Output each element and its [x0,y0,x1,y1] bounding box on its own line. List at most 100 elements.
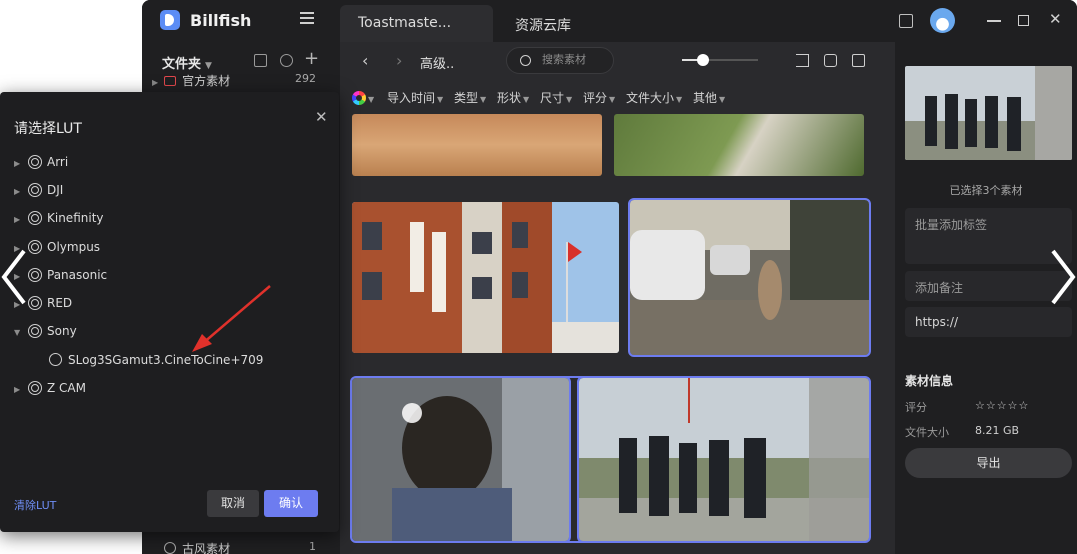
sort-icon[interactable] [796,54,809,67]
close-icon[interactable]: ✕ [315,108,328,126]
rating-label: 评分 [905,401,927,414]
rating-stars[interactable]: ☆☆☆☆☆ [975,399,1029,412]
camera-lens-icon [28,155,42,169]
building-photo [352,202,619,353]
radio-button[interactable] [49,353,62,366]
back-of-head-photo [352,378,569,541]
camera-lens-icon [28,324,42,338]
filter-dimension[interactable]: 尺寸 ▼ [540,91,572,105]
expand-arrow-icon[interactable]: ▶ [14,155,26,173]
hamburger-menu-icon[interactable] [300,12,314,26]
expand-arrow-icon[interactable]: ▶ [14,183,26,201]
asset-thumbnail[interactable] [352,202,619,353]
carousel-next-icon[interactable] [1049,249,1077,305]
title-bar: Billfish Toastmaste... 资源云库 ✕ [142,0,1077,42]
filter-shape[interactable]: 形状 ▼ [497,91,529,105]
maximize-icon[interactable] [1018,15,1029,26]
vendor-label: Kinefinity [47,211,104,225]
vendor-label: RED [47,296,73,310]
lut-vendor-zcam[interactable]: ▶ Z CAM [14,379,86,397]
filter-label: 评分 [582,91,607,105]
tag-folder-icon [164,542,177,554]
expand-arrow-icon[interactable]: ▶ [152,78,158,87]
asset-thumbnail-selected[interactable] [628,198,871,357]
search-input[interactable] [542,53,610,66]
main-area: ‹ › 高级.. ▼ 导入时间▼ 类型▼ 形状▼ 尺寸▼ 评分▼ 文件大小▼ 其… [340,42,895,554]
minimize-icon[interactable] [987,20,1001,22]
asset-thumbnail-selected[interactable] [577,376,871,543]
back-arrow-icon[interactable]: ‹ [362,51,368,70]
confirm-button[interactable]: 确认 [264,490,318,517]
add-folder-icon[interactable]: + [304,48,319,69]
forward-arrow-icon[interactable]: › [396,51,402,70]
breadcrumb[interactable]: 高级.. [420,53,454,72]
zoom-handle[interactable] [697,54,710,66]
sidebar-item-label: 官方素材 [182,74,231,88]
filter-label: 类型 [453,91,478,105]
filter-other[interactable]: 其他 ▼ [693,91,725,105]
camera-lens-icon [28,381,42,395]
sidebar-item-count: 292 [295,72,316,85]
filter-type[interactable]: 类型 ▼ [454,91,486,105]
view-mode-icon[interactable] [824,54,837,67]
close-icon[interactable]: ✕ [1049,10,1063,28]
collapse-arrow-icon[interactable]: ▼ [14,324,26,342]
asset-thumbnail[interactable] [352,114,602,176]
lut-vendor-arri[interactable]: ▶ Arri [14,153,68,171]
dialog-title: 请选择LUT [14,121,82,137]
lut-vendor-sony[interactable]: ▼ Sony [14,322,77,340]
filter-file-size[interactable]: 文件大小 ▼ [626,91,682,105]
vendor-label: Olympus [47,240,101,254]
filter-import-time[interactable]: 导入时间 ▼ [387,91,443,105]
carousel-prev-icon[interactable] [0,249,28,305]
note-field[interactable]: 添加备注 [905,271,1072,301]
tab-resource-cloud[interactable]: 资源云库 [497,5,627,42]
lut-vendor-kinefinity[interactable]: ▶ Kinefinity [14,209,104,227]
folder-icon [164,76,177,86]
zoom-slider[interactable] [682,54,758,66]
billfish-logo-icon [160,10,180,30]
search-box[interactable] [506,47,614,74]
folder-header[interactable]: 文件夹 ▼ [162,53,212,72]
size-label: 文件大小 [905,426,949,439]
panel-toggle-icon[interactable] [899,14,913,28]
camera-lens-icon [28,211,42,225]
size-value: 8.21 GB [975,424,1020,437]
rating-row: 评分 ☆☆☆☆☆ [905,399,1028,415]
camera-lens-icon [28,268,42,282]
filter-bar: ▼ 导入时间 ▼ 类型 ▼ 形状 ▼ 尺寸 ▼ 评分 ▼ 文件大小 ▼ 其他 ▼ [352,89,732,109]
vendor-label: Sony [47,324,77,338]
note-placeholder: 添加备注 [915,281,964,295]
lut-vendor-dji[interactable]: ▶ DJI [14,181,63,199]
export-button[interactable]: 导出 [905,448,1072,478]
trash-icon[interactable] [254,54,267,67]
color-filter-icon[interactable] [352,91,366,105]
search-icon [520,55,531,66]
avatar[interactable] [930,8,955,33]
tab-toastmaster[interactable]: Toastmaste... [340,5,493,42]
sidebar-item-official[interactable]: ▶ 官方素材 292 [152,72,330,89]
inspector-icon[interactable] [852,54,865,67]
preview-image [905,66,1072,160]
folder-header-label: 文件夹 [162,57,202,72]
asset-thumbnail-selected[interactable] [350,376,571,543]
vendor-label: Arri [47,155,69,169]
app-brand: Billfish [190,11,252,30]
sidebar-item-count: 1 [309,540,316,553]
sidebar-item-ancient[interactable]: ▶古风素材1 [152,540,330,554]
filter-rating[interactable]: 评分 ▼ [583,91,615,105]
lut-dialog: 请选择LUT ✕ ▶ Arri ▶ DJI ▶ Kinefinity ▶ Olympus… [0,92,339,532]
asset-info-title: 素材信息 [905,374,954,388]
group-walking-photo [579,378,869,541]
filter-label: 形状 [496,91,521,105]
batch-tags-field[interactable]: 批量添加标签 [905,208,1072,264]
vendor-label: Panasonic [47,268,108,282]
expand-arrow-icon[interactable]: ▶ [14,381,26,399]
cancel-button[interactable]: 取消 [207,490,259,517]
asset-thumbnail[interactable] [614,114,864,176]
search-icon[interactable] [280,54,293,67]
expand-arrow-icon[interactable]: ▶ [14,211,26,229]
camera-lens-icon [28,296,42,310]
url-field[interactable]: https:// [905,307,1072,337]
clear-lut-link[interactable]: 清除LUT [14,497,56,513]
